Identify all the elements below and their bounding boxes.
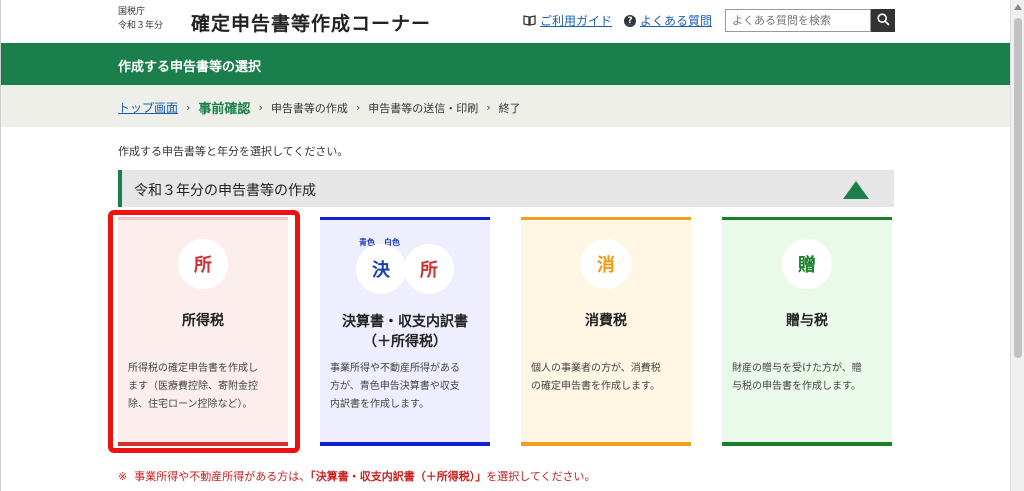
guide-link[interactable]: ご利用ガイド — [523, 12, 612, 29]
note-part: 事業所得や不動産所得がある方は、 — [134, 470, 311, 483]
page-title-bar: 作成する申告書等の選択 — [1, 43, 1010, 85]
income-tax-icon: 所 — [404, 244, 454, 294]
card-bottom-border — [320, 442, 490, 446]
agency-label: 国税庁 令和３年分 — [118, 5, 163, 33]
desc-line: 与税の申告書を作成します。 — [732, 381, 861, 392]
tax-year-label: 令和３年分 — [118, 21, 164, 31]
page-title: 作成する申告書等の選択 — [118, 60, 262, 75]
site-header: 国税庁 令和３年分 確定申告書等作成コーナー ご利用ガイド ? よくある質問 — [1, 0, 1010, 43]
guide-link-label: ご利用ガイド — [540, 14, 613, 28]
desc-line: 方が、青色申告決算書や収支 — [330, 381, 460, 392]
faq-search-input[interactable] — [725, 9, 871, 32]
note-mark: ※ — [118, 470, 128, 483]
card-description: 所得税の確定申告書を作成し ます（医療費控除、寄附金控 除、住宅ローン控除など）… — [128, 360, 280, 414]
search-icon — [876, 11, 890, 30]
desc-line: ます（医療費控除、寄附金控 — [128, 381, 258, 392]
card-title: 所得税 — [182, 313, 224, 329]
card-bottom-border — [722, 442, 892, 446]
breadcrumb: トップ画面 › 事前確認 › 申告書等の作成 › 申告書等の送信・印刷 › 終了 — [1, 85, 1010, 127]
vertical-scrollbar[interactable] — [1010, 0, 1024, 491]
card-title: 消費税 — [585, 313, 627, 329]
settlement-icon: 決 — [356, 244, 406, 294]
desc-line: 所得税の確定申告書を作成し — [128, 363, 258, 374]
card-top-border — [320, 217, 490, 220]
agency-name: 国税庁 — [118, 7, 146, 17]
card-top-border — [722, 217, 892, 220]
note-part: を選択してください。 — [486, 470, 596, 483]
desc-line: 個人の事業者の方が、消費税 — [531, 363, 661, 374]
chevron-right-icon: › — [355, 101, 361, 114]
card-gift-tax[interactable]: 贈 贈与税 財産の贈与を受けた方が、贈 与税の申告書を作成します。 — [722, 217, 892, 446]
breadcrumb-top-link[interactable]: トップ画面 — [118, 99, 178, 116]
breadcrumb-step-end: 終了 — [498, 101, 521, 115]
card-top-border — [118, 217, 288, 220]
card-description: 個人の事業者の方が、消費税 の確定申告書を作成します。 — [531, 360, 683, 396]
collapse-triangle-icon[interactable] — [843, 181, 869, 199]
desc-line: 内訳書を作成します。 — [330, 399, 429, 410]
card-description: 財産の贈与を受けた方が、贈 与税の申告書を作成します。 — [732, 360, 884, 396]
notice-text: ※ 事業所得や不動産所得がある方は、「決算書・収支内訳書（＋所得税）」を選択して… — [118, 468, 596, 484]
chevron-right-icon: › — [258, 101, 263, 114]
card-settlement[interactable]: 青色 白色 決 所 決算書・収支内訳書 （＋所得税） 事業所得や不動産所得がある… — [320, 217, 490, 446]
chevron-right-icon: › — [486, 101, 491, 114]
card-bottom-border — [521, 442, 691, 446]
chevron-right-icon: › — [186, 101, 191, 114]
card-title: 決算書・収支内訳書 （＋所得税） — [320, 312, 490, 352]
scrollbar-thumb[interactable] — [1014, 18, 1022, 358]
desc-line: 除、住宅ローン控除など）。 — [128, 399, 253, 410]
card-description: 事業所得や不動産所得がある 方が、青色申告決算書や収支 内訳書を作成します。 — [330, 360, 482, 414]
page: 国税庁 令和３年分 確定申告書等作成コーナー ご利用ガイド ? よくある質問 作… — [0, 0, 1010, 491]
book-icon — [523, 15, 536, 26]
breadcrumb-current-step: 事前確認 — [198, 102, 251, 117]
card-title: 贈与税 — [786, 313, 828, 329]
card-income-tax[interactable]: 所 所得税 所得税の確定申告書を作成し ます（医療費控除、寄附金控 除、住宅ロー… — [118, 217, 288, 446]
section-title: 令和３年分の申告書等の作成 — [134, 183, 316, 199]
card-title-line: 決算書・収支内訳書 — [342, 314, 468, 330]
income-tax-icon: 所 — [178, 239, 228, 289]
card-top-border — [521, 217, 691, 220]
gift-tax-icon: 贈 — [782, 239, 832, 289]
faq-link[interactable]: ? よくある質問 — [624, 12, 712, 29]
desc-line: 事業所得や不動産所得がある — [330, 363, 460, 374]
desc-line: の確定申告書を作成します。 — [531, 381, 660, 392]
card-consumption-tax[interactable]: 消 消費税 個人の事業者の方が、消費税 の確定申告書を作成します。 — [521, 217, 691, 446]
faq-link-label: よくある質問 — [640, 14, 713, 28]
breadcrumb-step-send: 申告書等の送信・印刷 — [368, 101, 479, 115]
search-button[interactable] — [871, 9, 895, 32]
question-icon: ? — [624, 14, 636, 27]
site-title: 確定申告書等作成コーナー — [191, 13, 432, 35]
consumption-tax-icon: 消 — [581, 239, 631, 289]
card-title-line: （＋所得税） — [363, 334, 447, 350]
note-emphasis: 「決算書・収支内訳書（＋所得税）」 — [310, 470, 487, 483]
instruction-text: 作成する申告書等と年分を選択してください。 — [118, 145, 349, 158]
scroll-up-arrow-icon[interactable] — [1014, 4, 1022, 10]
section-header[interactable]: 令和３年分の申告書等の作成 — [118, 170, 894, 207]
desc-line: 財産の贈与を受けた方が、贈 — [732, 363, 862, 374]
breadcrumb-step-create: 申告書等の作成 — [270, 101, 348, 115]
card-bottom-border — [118, 442, 288, 446]
